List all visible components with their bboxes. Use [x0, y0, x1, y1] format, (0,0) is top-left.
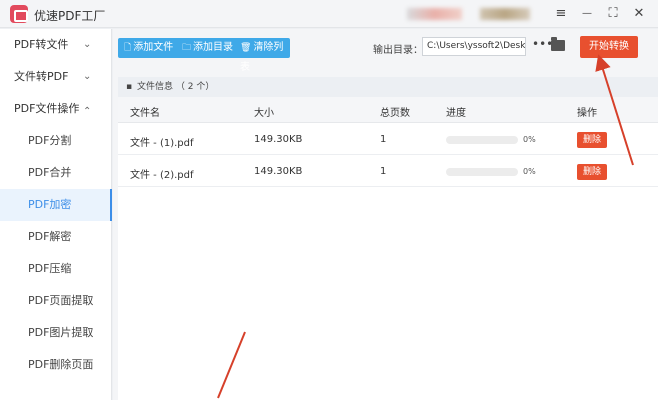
- table-row: 文件 - (2).pdf 149.30KB 1 0% 删除: [118, 156, 658, 187]
- blurred-user-info: [407, 8, 462, 20]
- page-count: 1: [380, 166, 387, 177]
- add-file-button[interactable]: 🗋 添加文件: [120, 38, 173, 58]
- menu-icon[interactable]: ≡: [551, 4, 571, 24]
- close-button[interactable]: ✕: [629, 4, 649, 24]
- sidebar-item-label: PDF页面提取: [28, 294, 94, 307]
- file-size: 149.30KB: [254, 134, 303, 145]
- file-name: 文件 - (2).pdf: [130, 170, 194, 181]
- file-count: （ 2 个）: [175, 82, 215, 92]
- progress-percent: 0%: [523, 167, 536, 176]
- column-header-size: 大小: [254, 108, 274, 119]
- progress-bar: [446, 168, 518, 176]
- progress-bar: [446, 136, 518, 144]
- maximize-button[interactable]: ⛶: [603, 4, 623, 24]
- file-toolbar: 🗋 添加文件 🗀 添加目录 🗑 清除列表: [118, 38, 290, 73]
- sidebar-item-label: PDF压缩: [28, 262, 72, 275]
- browse-folder-icon[interactable]: [551, 37, 565, 51]
- trash-icon: 🗑: [240, 43, 252, 53]
- sidebar-item-label: PDF转文件: [14, 38, 69, 51]
- chevron-up-icon: ⌃: [83, 106, 92, 117]
- column-header-name: 文件名: [130, 108, 160, 119]
- sidebar: PDF转文件 ⌄ 文件转PDF ⌄ PDF文件操作 ⌃ PDF分割 PDF合并 …: [0, 29, 112, 400]
- delete-button[interactable]: 删除: [577, 132, 607, 148]
- sidebar-item-label: PDF分割: [28, 134, 72, 147]
- sidebar-item-pdf-to-file[interactable]: PDF转文件 ⌄: [0, 29, 112, 61]
- app-title: 优速PDF工厂: [34, 9, 106, 23]
- main-content: 🗋 添加文件 🗀 添加目录 🗑 清除列表 输出目录： C:\Users\yssoft2…: [113, 29, 658, 400]
- app-logo-icon: [10, 5, 28, 23]
- file-size: 149.30KB: [254, 166, 303, 177]
- sidebar-item-label: PDF图片提取: [28, 326, 94, 339]
- sidebar-item-pdf-operations[interactable]: PDF文件操作 ⌃: [0, 93, 112, 125]
- output-directory-field[interactable]: C:\Users\yssoft2\Deskto: [422, 37, 526, 56]
- sidebar-item-label: PDF删除页面: [28, 358, 94, 371]
- sidebar-item-label: 文件转PDF: [14, 70, 69, 83]
- sidebar-item-pdf-merge[interactable]: PDF合并: [0, 157, 112, 189]
- file-icon: 🗋: [124, 43, 132, 53]
- sidebar-item-pdf-delete-pages[interactable]: PDF删除页面: [0, 349, 112, 381]
- minimize-button[interactable]: —: [577, 4, 597, 24]
- file-name: 文件 - (1).pdf: [130, 138, 194, 149]
- chevron-down-icon: ⌄: [83, 39, 92, 50]
- start-convert-button[interactable]: 开始转换: [580, 36, 638, 58]
- document-icon: ▪: [126, 82, 133, 92]
- column-header-action: 操作: [577, 108, 597, 119]
- sidebar-item-file-to-pdf[interactable]: 文件转PDF ⌄: [0, 61, 112, 93]
- sidebar-item-pdf-decrypt[interactable]: PDF解密: [0, 221, 112, 253]
- column-header-pages: 总页数: [380, 108, 410, 119]
- chevron-down-icon: ⌄: [83, 71, 92, 82]
- file-info-bar: ▪ 文件信息 （ 2 个）: [118, 77, 658, 97]
- sidebar-item-pdf-split[interactable]: PDF分割: [0, 125, 112, 157]
- progress-percent: 0%: [523, 135, 536, 144]
- blurred-account-info: [480, 8, 530, 20]
- sidebar-item-label: PDF文件操作: [14, 102, 80, 115]
- table-header: 文件名 大小 总页数 进度 操作: [118, 97, 658, 123]
- page-count: 1: [380, 134, 387, 145]
- table-row: 文件 - (1).pdf 149.30KB 1 0% 删除: [118, 124, 658, 155]
- column-header-progress: 进度: [446, 108, 466, 119]
- file-list-panel: ▪ 文件信息 （ 2 个） 文件名 大小 总页数 进度 操作 文件 - (1).…: [118, 77, 658, 400]
- sidebar-item-pdf-page-extract[interactable]: PDF页面提取: [0, 285, 112, 317]
- folder-icon: 🗀: [182, 43, 192, 53]
- add-directory-button[interactable]: 🗀 添加目录: [178, 38, 233, 58]
- sidebar-item-pdf-encrypt[interactable]: PDF加密: [0, 189, 112, 221]
- sidebar-item-pdf-image-extract[interactable]: PDF图片提取: [0, 317, 112, 349]
- title-bar: 优速PDF工厂 ≡ — ⛶ ✕: [0, 0, 658, 28]
- file-info-label: 文件信息: [136, 82, 173, 92]
- output-directory-label: 输出目录：: [373, 45, 423, 56]
- clear-list-button[interactable]: 🗑 清除列表: [236, 38, 290, 73]
- sidebar-item-label: PDF加密: [28, 198, 72, 211]
- sidebar-item-pdf-compress[interactable]: PDF压缩: [0, 253, 112, 285]
- sidebar-item-label: PDF合并: [28, 166, 72, 179]
- delete-button[interactable]: 删除: [577, 164, 607, 180]
- sidebar-item-label: PDF解密: [28, 230, 72, 243]
